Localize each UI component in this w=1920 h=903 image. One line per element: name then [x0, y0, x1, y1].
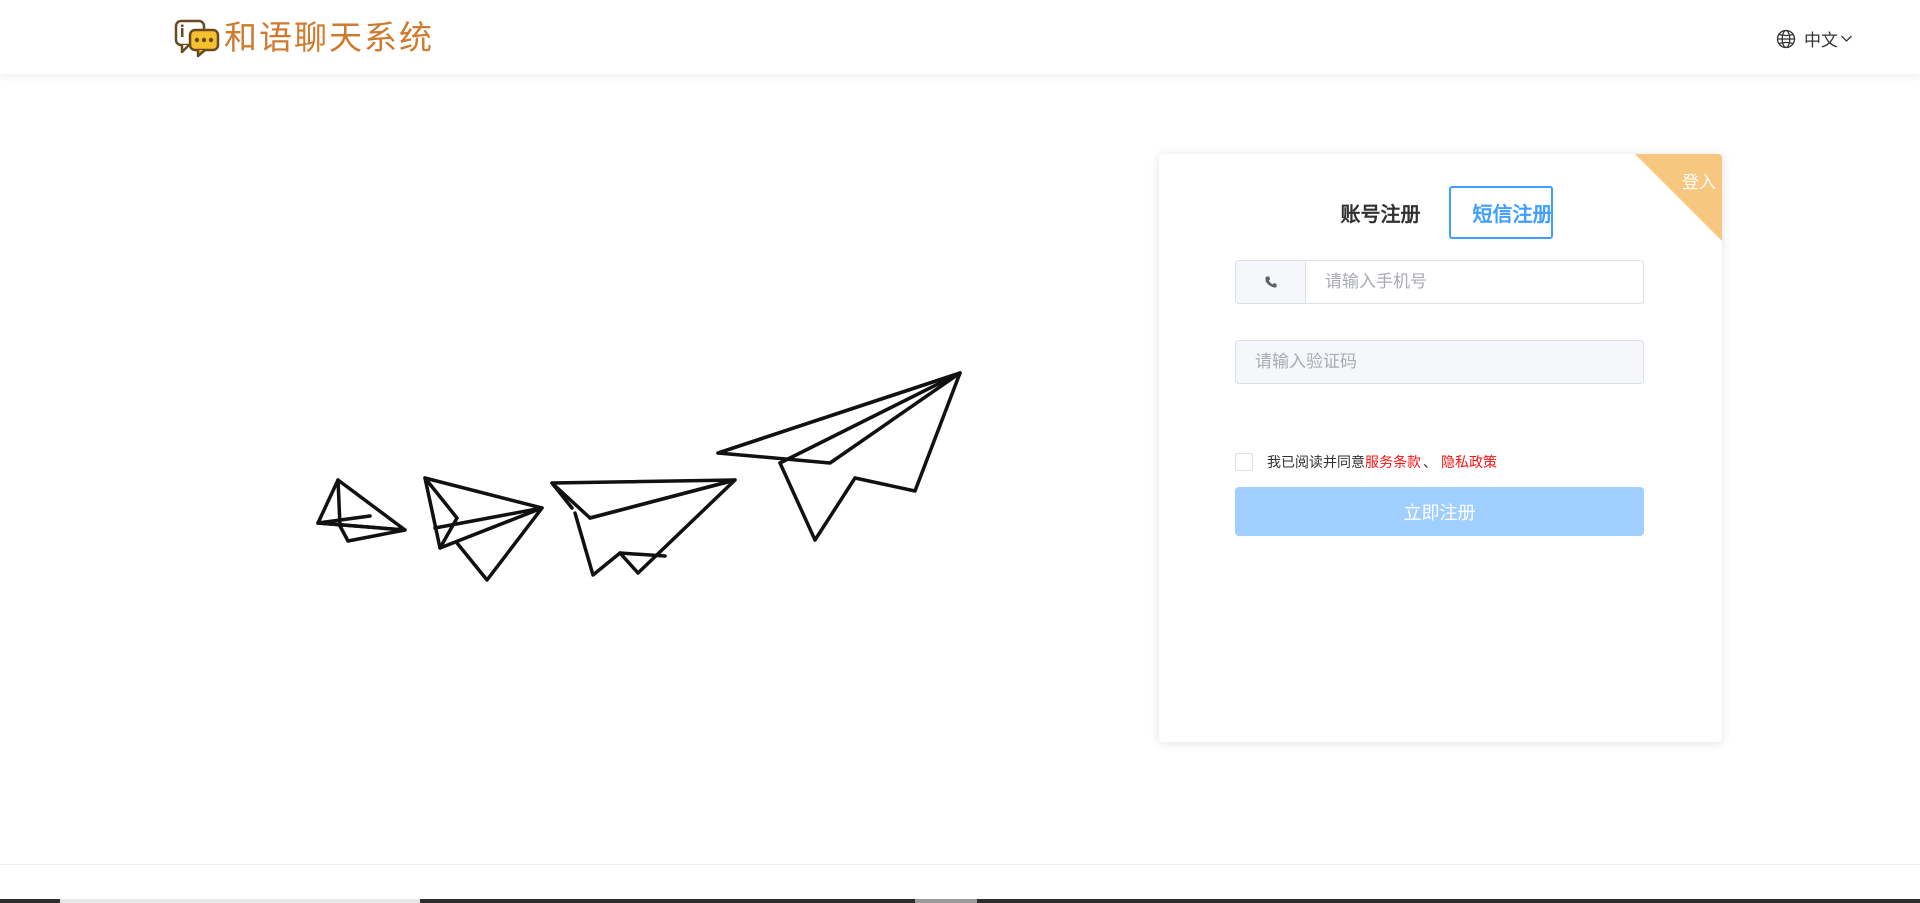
chat-bubble-icon [174, 19, 220, 58]
register-submit-button[interactable]: 立即注册 [1235, 487, 1644, 536]
terms-link[interactable]: 服务条款 [1365, 452, 1421, 472]
agreement-text: 我已阅读并同意 [1267, 455, 1365, 471]
language-label: 中文 [1804, 31, 1838, 51]
tab-account-register[interactable]: 账号注册 [1329, 190, 1433, 235]
footer-divider [0, 864, 1920, 865]
agreement-separator: 、 [1423, 455, 1437, 471]
bottom-edge-segment [915, 899, 977, 903]
register-card: 登入 账号注册 短信注册 我已阅读并同意 服务条款 、 隐私政策 立即注册 [1159, 154, 1722, 742]
register-tabs: 账号注册 短信注册 [1159, 186, 1722, 239]
globe-icon [1776, 29, 1796, 48]
agreement-checkbox[interactable] [1235, 453, 1253, 471]
bottom-edge [0, 899, 1920, 903]
phone-input[interactable] [1306, 261, 1643, 303]
paper-planes-illustration [316, 371, 962, 582]
chevron-down-icon [1841, 35, 1852, 42]
app-title: 和语聊天系统 [224, 18, 434, 57]
logo[interactable]: 和语聊天系统 [174, 18, 434, 58]
bottom-edge-segment [60, 899, 420, 903]
top-header: 和语聊天系统 中文 [0, 0, 1920, 74]
language-switcher[interactable]: 中文 [1776, 26, 1853, 51]
verification-code-input[interactable] [1236, 341, 1643, 383]
tab-sms-register[interactable]: 短信注册 [1448, 186, 1553, 239]
code-field [1235, 340, 1644, 384]
phone-field [1235, 260, 1644, 304]
phone-prefix [1236, 261, 1306, 303]
agreement-row: 我已阅读并同意 服务条款 、 隐私政策 [1235, 452, 1497, 472]
phone-icon [1265, 276, 1277, 288]
privacy-link[interactable]: 隐私政策 [1441, 452, 1497, 472]
